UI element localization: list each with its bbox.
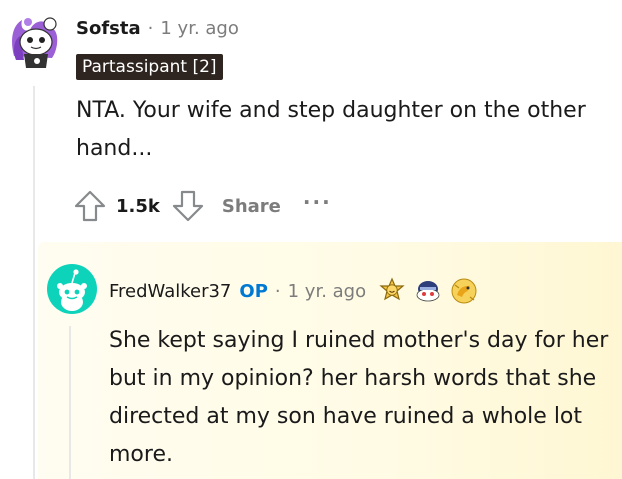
reply-meta: FredWalker37 OP · 1 yr. ago [109,277,478,305]
op-badge: OP [239,280,268,302]
meta-separator: · [274,280,281,302]
username[interactable]: Sofsta [76,18,141,39]
user-flair: Partassipant [2] [76,54,223,80]
comment-actions: 1.5k Share ··· [72,186,332,226]
user-avatar[interactable] [47,264,97,314]
timestamp[interactable]: 1 yr. ago [288,281,367,302]
wholesome-award-icon[interactable] [378,277,406,305]
reply-thread-line[interactable] [69,326,71,479]
more-options-icon[interactable]: ··· [303,190,332,214]
timestamp[interactable]: 1 yr. ago [160,18,239,39]
user-avatar[interactable] [6,10,62,70]
reply-body: She kept saying I ruined mother's day fo… [109,328,609,467]
share-button[interactable]: Share [222,196,281,217]
vote-score: 1.5k [116,195,160,217]
thread-line[interactable] [33,86,35,479]
meta-separator: · [147,17,154,39]
helmet-award-icon[interactable] [414,277,442,305]
username[interactable]: FredWalker37 [109,281,231,302]
comment-meta: Sofsta · 1 yr. ago [76,16,239,40]
upvote-icon[interactable] [72,188,108,224]
comment-body: NTA. Your wife and step daughter on the … [76,98,586,161]
downvote-icon[interactable] [170,188,206,224]
dragon-award-icon[interactable] [450,277,478,305]
